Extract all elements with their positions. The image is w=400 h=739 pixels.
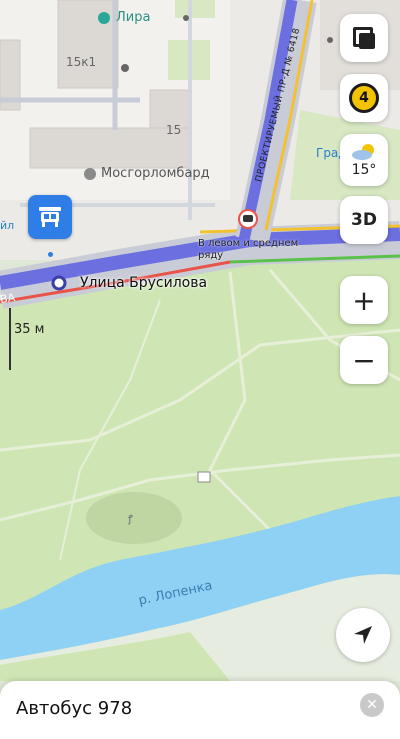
traffic-level-icon: 4 [349, 83, 379, 113]
poi-dot [183, 15, 189, 21]
lane-hint-label: В левом и среднем ряду [198, 238, 308, 262]
bus-stop-dot [48, 252, 53, 257]
clearing [86, 492, 182, 544]
map-screen: ꝭ Лира 15к1 15 Мосгорломбард Град йл ПРО… [0, 0, 400, 739]
poi-mosgorlombard-label[interactable]: Мосгорломбард [101, 166, 210, 181]
close-icon: ✕ [366, 697, 378, 713]
bus-stop-icon [39, 207, 61, 227]
street-left-partial-label: ВА [0, 290, 17, 307]
scale-label: 35 м [14, 322, 45, 337]
bus-stop-pin[interactable] [28, 195, 72, 239]
layers-icon [353, 27, 375, 49]
poi-dot [121, 64, 129, 72]
green-patch [175, 0, 215, 18]
temperature-label: 15° [351, 161, 377, 178]
minus-icon: − [352, 343, 376, 377]
poi-dot [327, 37, 333, 43]
lira-poi-icon [98, 12, 110, 24]
mosgorlombard-poi-icon [84, 168, 96, 180]
sheet-title: Автобус 978 [16, 698, 133, 719]
playground-icon [197, 471, 211, 483]
clearing-glyph: ꝭ [127, 514, 133, 525]
3d-button[interactable]: 3D [340, 196, 388, 244]
building-15-label: 15 [166, 123, 182, 137]
traffic-button[interactable]: 4 [340, 74, 388, 122]
layers-button[interactable] [340, 14, 388, 62]
traffic-camera-glyph [243, 215, 253, 222]
lane-hint-text: В левом и среднем ряду [198, 238, 299, 261]
route-stop-marker [51, 275, 67, 291]
partly-cloudy-icon [352, 143, 374, 160]
close-button[interactable]: ✕ [360, 693, 384, 717]
building-15k1 [57, 0, 119, 89]
street-brusilova-label: Улица Брусилова [80, 275, 208, 291]
bottom-sheet[interactable]: Автобус 978 ✕ [0, 681, 400, 739]
zoom-in-button[interactable]: + [340, 276, 388, 324]
plus-icon: + [352, 283, 376, 317]
navigation-arrow-icon [354, 626, 372, 644]
3d-label: 3D [351, 210, 377, 230]
weather-widget[interactable]: 15° [340, 134, 388, 186]
poi-lira-label[interactable]: Лира [116, 10, 150, 25]
poi-yl-label: йл [0, 219, 15, 232]
zoom-out-button[interactable]: − [340, 336, 388, 384]
my-location-button[interactable] [336, 608, 390, 662]
building-15k1-label: 15к1 [66, 55, 97, 69]
